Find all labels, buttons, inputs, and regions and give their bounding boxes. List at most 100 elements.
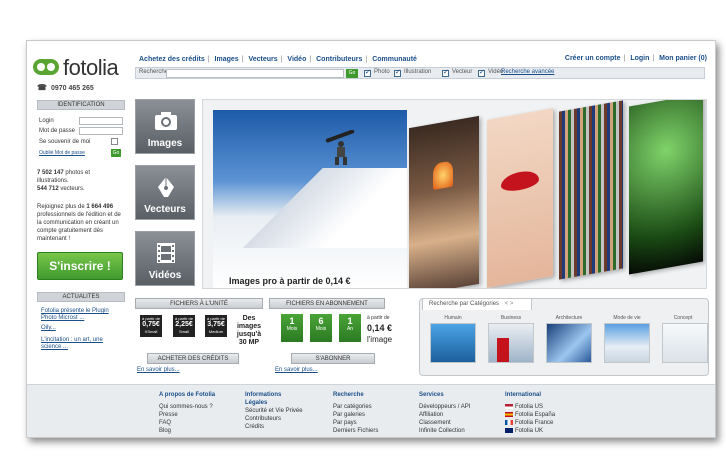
footer-col-legal: Informations Légales Sécurité et Vie Pri… xyxy=(245,391,305,431)
footer-link[interactable]: Sécurité et Vie Privée xyxy=(245,407,305,415)
footer-link[interactable]: Par pays xyxy=(333,419,378,427)
footer-link[interactable]: Développeurs / API xyxy=(419,403,470,411)
nav-buy-credits[interactable]: Achetez des crédits xyxy=(139,56,205,63)
vectors-count: 544 712 xyxy=(37,186,59,192)
remember-checkbox[interactable] xyxy=(111,138,118,145)
phone-icon: ☎ xyxy=(37,83,47,92)
category-label-lifestyle: Mode de vie xyxy=(613,315,641,321)
login-link[interactable]: Login xyxy=(630,55,649,62)
category-videos-tile[interactable]: Vidéos xyxy=(135,231,195,286)
category-search-box: Recherche par Catégories < > Humain Busi… xyxy=(419,298,709,376)
cart-link[interactable]: Mon panier (0) xyxy=(659,55,707,62)
category-label-human: Humain xyxy=(444,315,462,321)
footer-link[interactable]: Contributeurs xyxy=(245,415,305,423)
price-xsmall[interactable]: à partir de 0,75€ XSmall xyxy=(140,315,162,337)
nav-community[interactable]: Communauté xyxy=(372,56,417,63)
category-lifestyle-thumb[interactable] xyxy=(604,323,650,363)
film-icon xyxy=(157,243,175,263)
filter-vector-checkbox[interactable] xyxy=(442,68,449,77)
footer-link[interactable]: Affiliation xyxy=(419,411,470,419)
forgot-password-link[interactable]: Oublié Mot de passe xyxy=(39,150,85,156)
filter-photo-checkbox[interactable] xyxy=(364,68,371,77)
category-architecture-thumb[interactable] xyxy=(546,323,592,363)
category-human-thumb[interactable] xyxy=(430,323,476,363)
plan-count: 6 xyxy=(318,316,324,326)
filter-illustration-checkbox[interactable] xyxy=(394,68,401,77)
news-item[interactable]: L'incitation : un art, une science ... xyxy=(41,337,123,351)
subscription-header[interactable]: FICHIERS EN ABONNEMENT xyxy=(269,298,385,309)
filter-photo-label: Photo xyxy=(374,69,390,75)
footer-intl-uk[interactable]: Fotolia UK xyxy=(505,427,555,435)
sub-more-link[interactable]: En savoir plus... xyxy=(275,367,318,373)
footer-intl-us[interactable]: Fotolia US xyxy=(505,403,555,411)
category-label-concept: Concept xyxy=(673,315,693,321)
category-images-tile[interactable]: Images xyxy=(135,99,195,154)
price-small[interactable]: à partir de 2,25€ Small xyxy=(173,315,195,337)
plan-unit: Mois xyxy=(286,326,298,332)
footer-link[interactable]: Par catégories xyxy=(333,403,378,411)
join-body: professionnels de l'édition et de la com… xyxy=(37,212,121,242)
price-value: 3,75€ xyxy=(207,321,225,328)
signup-button[interactable]: S'inscrire ! xyxy=(37,252,123,280)
password-input[interactable] xyxy=(79,127,123,135)
footer-link[interactable]: Par galeries xyxy=(333,411,378,419)
nav-vectors[interactable]: Vecteurs xyxy=(248,56,277,63)
create-account-link[interactable]: Créer un compte xyxy=(565,55,621,62)
category-business-thumb[interactable] xyxy=(488,323,534,363)
footer-intl-es[interactable]: Fotolia España xyxy=(505,411,555,419)
footer-link[interactable]: Derniers Fichiers xyxy=(333,427,378,435)
price-value: 0,75€ xyxy=(142,321,160,328)
footer-col-services: Services Développeurs / API Affiliation … xyxy=(419,391,470,435)
unit-more-link[interactable]: En savoir plus... xyxy=(137,367,180,373)
search-input[interactable] xyxy=(166,69,344,78)
nav-contributors[interactable]: Contributeurs xyxy=(316,56,362,63)
hero-banner[interactable]: Images pro à partir de 0,14 € xyxy=(202,99,707,289)
footer-link[interactable]: Presse xyxy=(159,411,215,419)
footer-link[interactable]: Classement xyxy=(419,419,470,427)
price-size: Small xyxy=(178,329,189,334)
plan-1-year[interactable]: 1 An xyxy=(339,314,361,342)
footer-link[interactable]: FAQ xyxy=(159,419,215,427)
category-vectors-label: Vecteurs xyxy=(144,204,186,215)
news-item[interactable]: Oily... xyxy=(41,325,123,332)
nav-images[interactable]: Images xyxy=(215,56,239,63)
subscribe-button[interactable]: S'ABONNER xyxy=(291,353,375,364)
buy-credits-button[interactable]: ACHETER DES CRÉDITS xyxy=(147,353,239,364)
search-go-button[interactable]: Go xyxy=(346,69,358,78)
login-label: Login xyxy=(39,118,54,124)
news-item[interactable]: Fotolia présente le Plugin Photo Microst… xyxy=(41,308,123,322)
price-medium[interactable]: à partir de 3,75€ Medium xyxy=(205,315,227,337)
price-size: Medium xyxy=(208,329,224,334)
footer-col-search: Recherche Par catégories Par galeries Pa… xyxy=(333,391,378,435)
footer-link[interactable]: Blog xyxy=(159,427,215,435)
price-value: 2,25€ xyxy=(175,321,193,328)
category-images-label: Images xyxy=(147,138,183,149)
category-search-title: Recherche par Catégories xyxy=(429,301,500,307)
category-label-architecture: Architecture xyxy=(555,315,583,321)
footer-link[interactable]: Infinite Collection xyxy=(419,427,470,435)
advanced-search-link[interactable]: Recherche avancée xyxy=(501,69,554,75)
unit-files-header[interactable]: FICHIERS À L'UNITÉ xyxy=(135,298,263,309)
footer-intl-fr[interactable]: Fotolia France xyxy=(505,419,555,427)
category-arrows[interactable]: < > xyxy=(505,301,514,307)
footer-link[interactable]: Qui sommes-nous ? xyxy=(159,403,215,411)
uk-flag-icon xyxy=(505,427,513,433)
login-go-button[interactable]: Go xyxy=(111,149,121,157)
login-header: IDENTIFICATION xyxy=(37,100,125,110)
nav-video[interactable]: Vidéo xyxy=(287,56,306,63)
footer-link[interactable]: Crédits xyxy=(245,423,305,431)
filter-video-checkbox[interactable] xyxy=(478,68,485,77)
category-concept-thumb[interactable] xyxy=(662,323,708,363)
spain-flag-icon xyxy=(505,411,513,417)
account-links: Créer un compte | Login | Mon panier (0) xyxy=(564,55,707,62)
plan-count: 1 xyxy=(347,316,353,326)
plan-1-month[interactable]: 1 Mois xyxy=(281,314,303,342)
news-header: ACTUALITES xyxy=(37,292,125,302)
plan-6-months[interactable]: 6 Mois xyxy=(310,314,332,342)
join-pre: Rejoignez plus de xyxy=(37,204,85,210)
login-input[interactable] xyxy=(79,117,123,125)
hero-fireplace-photo xyxy=(409,115,479,288)
sub-from-label: à partir de xyxy=(367,315,390,321)
fotolia-logo[interactable]: fotolia xyxy=(33,55,129,81)
category-vectors-tile[interactable]: Vecteurs xyxy=(135,165,195,220)
